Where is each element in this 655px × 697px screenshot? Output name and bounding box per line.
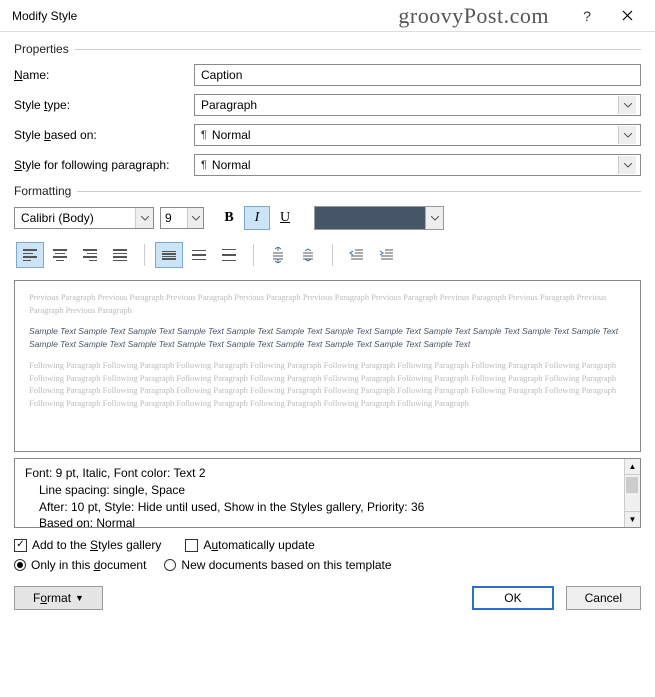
increase-indent-button[interactable] xyxy=(373,242,401,268)
formatting-legend: Formatting xyxy=(14,184,641,198)
dialog-title: Modify Style xyxy=(12,9,77,23)
space-before-decrease-button[interactable] xyxy=(294,242,322,268)
preview-following-text: Following Paragraph Following Paragraph … xyxy=(29,359,626,410)
based-on-select[interactable]: ¶Normal xyxy=(194,124,641,146)
space-before-icon xyxy=(270,247,286,263)
radio-unchecked-icon xyxy=(164,559,176,571)
only-this-document-radio[interactable]: Only in this document xyxy=(14,558,146,572)
align-justify-button[interactable] xyxy=(106,242,134,268)
format-button[interactable]: Format ▼ xyxy=(14,586,103,610)
checkbox-checked-icon: ✓ xyxy=(14,539,27,552)
cancel-button[interactable]: Cancel xyxy=(566,586,641,610)
scroll-thumb[interactable] xyxy=(626,477,638,493)
radio-checked-icon xyxy=(14,559,26,571)
chevron-down-icon xyxy=(187,208,203,228)
align-center-button[interactable] xyxy=(46,242,74,268)
style-type-label: Style type: xyxy=(14,98,194,112)
italic-button[interactable]: I xyxy=(244,206,270,230)
line-spacing-1-button[interactable] xyxy=(155,242,183,268)
chevron-down-icon: ▼ xyxy=(75,593,84,603)
font-family-select[interactable]: Calibri (Body) xyxy=(14,207,154,229)
description-line: After: 10 pt, Style: Hide until used, Sh… xyxy=(25,499,630,516)
properties-legend: Properties xyxy=(14,42,641,56)
font-size-select[interactable]: 9 xyxy=(160,207,204,229)
checkbox-unchecked-icon xyxy=(185,539,198,552)
paragraph-icon: ¶ xyxy=(201,159,207,171)
scroll-down-icon[interactable]: ▼ xyxy=(625,511,640,527)
following-paragraph-label: Style for following paragraph: xyxy=(14,158,194,172)
close-icon xyxy=(622,10,633,21)
add-to-gallery-checkbox[interactable]: ✓ Add to the Styles gallery xyxy=(14,538,161,552)
preview-previous-text: Previous Paragraph Previous Paragraph Pr… xyxy=(29,291,626,317)
bold-button[interactable]: B xyxy=(216,206,242,230)
close-button[interactable] xyxy=(607,2,647,30)
align-left-button[interactable] xyxy=(16,242,44,268)
chevron-down-icon xyxy=(618,96,636,114)
font-color-select[interactable] xyxy=(314,206,444,230)
chevron-down-icon xyxy=(425,207,443,229)
name-label: Name: xyxy=(14,68,194,82)
line-spacing-2-button[interactable] xyxy=(215,242,243,268)
space-before-increase-button[interactable] xyxy=(264,242,292,268)
space-after-icon xyxy=(300,247,316,263)
underline-button[interactable]: U xyxy=(272,206,298,230)
chevron-down-icon xyxy=(618,126,636,144)
scroll-up-icon[interactable]: ▲ xyxy=(625,459,640,475)
align-right-button[interactable] xyxy=(76,242,104,268)
chevron-down-icon xyxy=(135,208,153,228)
chevron-down-icon xyxy=(618,156,636,174)
description-line: Based on: Normal xyxy=(25,515,630,532)
increase-indent-icon xyxy=(379,247,395,263)
following-paragraph-select[interactable]: ¶Normal xyxy=(194,154,641,176)
auto-update-checkbox[interactable]: Automatically update xyxy=(185,538,314,552)
decrease-indent-button[interactable] xyxy=(343,242,371,268)
description-line: Font: 9 pt, Italic, Font color: Text 2 xyxy=(25,465,630,482)
paragraph-icon: ¶ xyxy=(201,129,207,141)
line-spacing-1.5-button[interactable] xyxy=(185,242,213,268)
style-type-select[interactable]: Paragraph xyxy=(194,94,641,116)
name-input[interactable] xyxy=(194,64,641,86)
based-on-label: Style based on: xyxy=(14,128,194,142)
description-line: Line spacing: single, Space xyxy=(25,482,630,499)
watermark-text: groovyPost.com xyxy=(398,3,549,29)
color-swatch xyxy=(315,207,425,229)
help-button[interactable]: ? xyxy=(567,2,607,30)
scrollbar[interactable]: ▲ ▼ xyxy=(624,459,640,527)
ok-button[interactable]: OK xyxy=(472,586,553,610)
style-preview: Previous Paragraph Previous Paragraph Pr… xyxy=(14,280,641,452)
style-description: Font: 9 pt, Italic, Font color: Text 2 L… xyxy=(14,458,641,528)
preview-sample-text: Sample Text Sample Text Sample Text Samp… xyxy=(29,325,626,351)
new-documents-template-radio[interactable]: New documents based on this template xyxy=(164,558,391,572)
decrease-indent-icon xyxy=(349,247,365,263)
titlebar: Modify Style groovyPost.com ? xyxy=(0,0,655,32)
